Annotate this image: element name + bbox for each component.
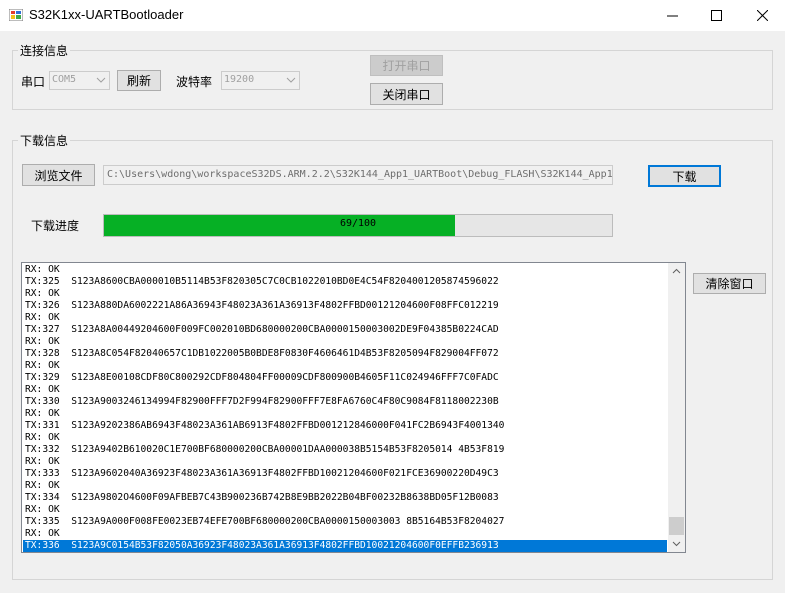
download-label: 下载	[672, 169, 697, 184]
refresh-label: 刷新	[126, 74, 151, 88]
close-port-label: 关闭串口	[382, 87, 431, 102]
connection-group-label: 连接信息	[18, 42, 71, 59]
log-line[interactable]: TX:335 S123A9A000F008FE0023EB74EFE700BF6…	[23, 516, 667, 528]
port-select[interactable]: COM5	[49, 71, 110, 90]
log-line[interactable]: TX:326 S123A880DA6002221A86A36943F48023A…	[23, 300, 667, 312]
close-port-button[interactable]: 关闭串口	[370, 83, 443, 105]
log-line[interactable]: RX: OK	[23, 264, 667, 276]
log-line[interactable]: TX:328 S123A8C054F82040657C1DB1022005B0B…	[23, 348, 667, 360]
chevron-down-icon	[672, 541, 681, 547]
minimize-icon	[667, 15, 678, 17]
log-line[interactable]: RX: OK	[23, 312, 667, 324]
log-line[interactable]: RX: OK	[23, 336, 667, 348]
open-port-button[interactable]: 打开串口	[370, 55, 443, 76]
log-line[interactable]: RX: OK	[23, 480, 667, 492]
port-label: 串口	[21, 75, 46, 89]
log-line[interactable]: TX:333 S123A9602040A36923F48023A361A3691…	[23, 468, 667, 480]
file-path-field[interactable]: C:\Users\wdong\workspaceS32DS.ARM.2.2\S3…	[103, 165, 613, 185]
log-line[interactable]: RX: OK	[23, 432, 667, 444]
clear-window-label: 清除窗口	[705, 277, 754, 291]
baud-value: 19200	[224, 74, 255, 85]
maximize-icon	[711, 10, 722, 21]
log-scrollbar[interactable]	[668, 263, 685, 552]
app-icon	[9, 9, 23, 21]
close-button[interactable]	[740, 0, 785, 31]
title-bar: S32K1xx-UARTBootloader	[0, 0, 785, 31]
scroll-up-button[interactable]	[668, 263, 685, 280]
download-group-label: 下载信息	[18, 132, 71, 149]
maximize-button[interactable]	[694, 0, 739, 31]
log-line[interactable]: TX:334 S123A9802O4600F09AFBEB7C43B900236…	[23, 492, 667, 504]
chevron-down-icon	[96, 77, 106, 83]
refresh-button[interactable]: 刷新	[117, 70, 161, 91]
clear-window-button[interactable]: 清除窗口	[693, 273, 766, 294]
scroll-down-button[interactable]	[668, 535, 685, 552]
log-line[interactable]: RX: OK	[23, 528, 667, 540]
progress-text: 69/100	[339, 218, 377, 229]
chevron-up-icon	[672, 268, 681, 274]
window-title: S32K1xx-UARTBootloader	[29, 7, 184, 22]
port-value: COM5	[52, 74, 77, 85]
close-icon	[757, 10, 768, 21]
progress-label: 下载进度	[31, 219, 80, 233]
log-line[interactable]: TX:325 S123A8600CBA000010B5114B53F820305…	[23, 276, 667, 288]
log-line[interactable]: RX: OK	[23, 360, 667, 372]
minimize-button[interactable]	[650, 0, 695, 31]
baud-label: 波特率	[176, 75, 213, 89]
log-line[interactable]: TX:329 S123A8E00108CDF80C800292CDF804804…	[23, 372, 667, 384]
open-port-label: 打开串口	[382, 59, 431, 73]
log-line[interactable]: RX: OK	[23, 456, 667, 468]
log-line[interactable]: TX:327 S123A8A00449204600F009FC002010BD6…	[23, 324, 667, 336]
log-line[interactable]: RX: OK	[23, 384, 667, 396]
log-line[interactable]: RX: OK	[23, 408, 667, 420]
log-line[interactable]: RX: OK	[23, 288, 667, 300]
browse-file-label: 浏览文件	[34, 168, 83, 183]
log-line[interactable]: TX:332 S123A9402B610020C1E700BF680000200…	[23, 444, 667, 456]
log-lines: RX: OK TX:325 S123A8600CBA000010B5114B53F…	[23, 264, 667, 552]
log-line[interactable]: TX:336 S123A9C0154B53F82050A36923F48023A…	[23, 540, 667, 552]
log-listbox[interactable]: RX: OK TX:325 S123A8600CBA000010B5114B53F…	[21, 262, 686, 553]
chevron-down-icon	[286, 77, 296, 83]
log-line[interactable]: RX: OK	[23, 504, 667, 516]
baud-select[interactable]: 19200	[221, 71, 300, 90]
download-button[interactable]: 下载	[648, 165, 721, 187]
browse-file-button[interactable]: 浏览文件	[22, 164, 95, 186]
log-line[interactable]: TX:330 S123A9003246134994F82900FFF7D2F99…	[23, 396, 667, 408]
log-line[interactable]: TX:331 S123A9202386AB6943F48023A361AB691…	[23, 420, 667, 432]
scroll-thumb[interactable]	[669, 517, 684, 535]
download-progress-bar: 69/100	[103, 214, 613, 237]
